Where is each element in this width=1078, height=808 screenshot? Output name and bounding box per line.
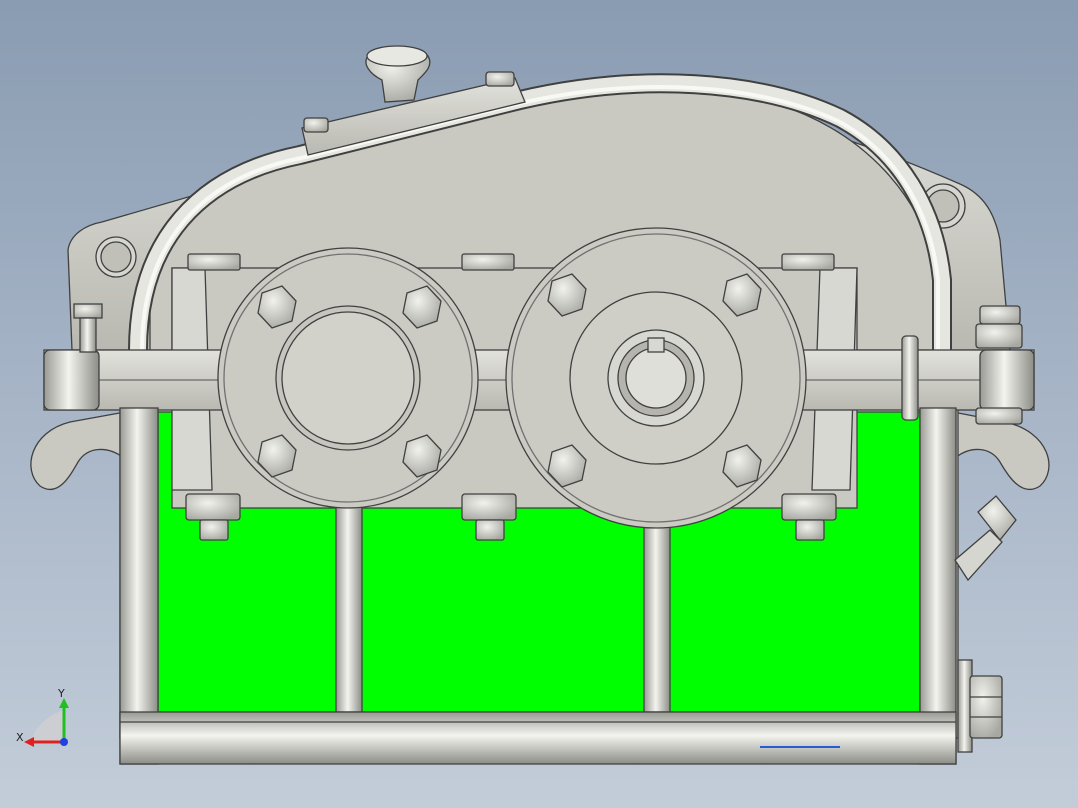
shaft-keyway [647,337,665,353]
left-leg [119,407,159,765]
flange-end-right [979,349,1035,411]
axis-x-label: X [16,731,24,744]
right-leg [919,407,957,765]
base-rail [119,711,957,765]
rib-right [643,509,671,713]
drain-plug [957,659,1003,753]
inspection-bolt-right [485,71,515,87]
flange-end-left [43,349,100,411]
cad-graphics-viewport[interactable]: X Y [0,0,1078,808]
rib-left [335,499,363,713]
scale-bar [760,746,840,748]
inspection-bolt-left [303,117,329,133]
lower-left-lug [30,411,126,490]
right-end-bolt [979,305,1021,325]
dowel-pin [901,335,919,421]
oil-dipstick [954,495,1017,582]
view-orientation-triad[interactable] [14,686,84,756]
axis-y-label: Y [58,687,65,700]
gearbox-model[interactable] [0,0,1078,808]
triad-z-axis [60,738,68,746]
left-end-bolt [73,303,103,319]
